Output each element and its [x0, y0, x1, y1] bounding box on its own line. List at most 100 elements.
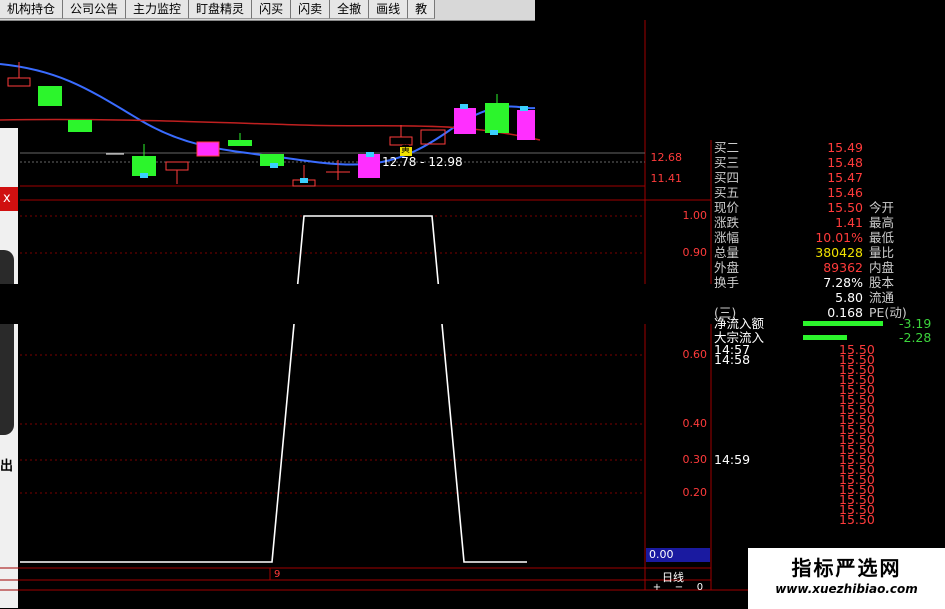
quote-label: 涨幅: [714, 230, 740, 245]
zoom-controls: + − 0: [646, 582, 710, 593]
tick-row: 15.50: [711, 383, 945, 396]
cursor-bar-label: 9: [274, 569, 281, 580]
quote-value: 7.28%: [823, 275, 863, 290]
quote-label-secondary: 股本: [869, 275, 895, 290]
tick-row: 15.50: [711, 373, 945, 386]
candle: [165, 161, 189, 171]
flow-label: 净流入额: [714, 316, 765, 331]
tick-row: 15.50: [711, 463, 945, 476]
indicator-line: [20, 215, 527, 563]
flow-row: 净流入额 -3.19: [711, 316, 945, 331]
candle: [228, 140, 252, 146]
quote-label: 涨跌: [714, 215, 740, 230]
flow-bar: [803, 321, 883, 326]
tick-row: 15.50: [711, 393, 945, 406]
candle: [389, 136, 413, 146]
quote-label-secondary: 最低: [869, 230, 895, 245]
zoom-out-button[interactable]: −: [675, 582, 683, 593]
quote-value: 89362: [823, 260, 863, 275]
signal-marker: [460, 104, 468, 109]
quote-row: 总量 380428 量比: [711, 245, 945, 260]
quote-value: 1.41: [835, 215, 863, 230]
indicator-axis-label: 1.00: [682, 209, 708, 222]
quote-label-secondary: 最高: [869, 215, 895, 230]
quote-label: 买二: [714, 140, 740, 155]
flow-bar: [803, 335, 847, 340]
indicator-axis-label: 0.60: [682, 348, 708, 361]
quote-value: 5.80: [835, 290, 863, 305]
candle: [454, 108, 476, 134]
tick-row: 15.50: [711, 512, 945, 527]
quote-label: 现价: [714, 200, 740, 215]
kline-axis-label: 12.68: [650, 151, 683, 164]
candle: [68, 120, 92, 132]
tick-row: 15.50: [711, 503, 945, 516]
watermark-url: www.xuezhibiao.com: [775, 582, 918, 596]
tick-time: 14:58: [714, 352, 751, 367]
quote-label: 总量: [714, 245, 740, 260]
signal-marker: [490, 130, 498, 135]
signal-marker: [520, 106, 528, 111]
zoom-in-button[interactable]: +: [653, 582, 661, 593]
indicator-current-value: 0.00: [649, 548, 674, 561]
candle: [358, 154, 380, 178]
indicator-axis-label: 0.30: [682, 453, 708, 466]
overlay-band: [0, 284, 760, 324]
tick-row: 14:59 15.50: [711, 452, 945, 467]
indicator-axis-label: 0.20: [682, 486, 708, 499]
quote-label: 买五: [714, 185, 740, 200]
quote-label-secondary: 今开: [869, 200, 895, 215]
quote-label: 买四: [714, 170, 740, 185]
quote-value: 15.46: [827, 185, 863, 200]
quote-label: 换手: [714, 275, 740, 290]
quote-value: 15.47: [827, 170, 863, 185]
tick-time: 14:59: [714, 452, 751, 467]
quote-row: 买二 15.49: [711, 140, 945, 155]
quote-label-secondary: 量比: [869, 245, 895, 260]
tick-row: 15.50: [711, 473, 945, 486]
quote-row: 涨跌 1.41 最高: [711, 215, 945, 230]
tick-row: 15.50: [711, 483, 945, 496]
candle: [485, 103, 509, 133]
signal-marker: [140, 173, 148, 178]
quote-row: 5.80 流通: [711, 290, 945, 305]
tick-row: 15.50: [711, 433, 945, 446]
quote-value: 380428: [815, 245, 863, 260]
quote-row: 涨幅 10.01% 最低: [711, 230, 945, 245]
quote-value: 10.01%: [815, 230, 863, 245]
signal-marker: [366, 152, 374, 157]
candle: [38, 86, 62, 106]
tick-price: 15.50: [839, 512, 875, 527]
kline-axis-label: 11.41: [650, 172, 683, 185]
signal-marker: [300, 178, 308, 183]
tick-row: 15.50: [711, 413, 945, 426]
price-range-label: 12.78 - 12.98: [382, 155, 463, 169]
tick-row: 15.50: [711, 403, 945, 416]
flow-value: -3.19: [899, 316, 932, 331]
quote-row: 买三 15.48: [711, 155, 945, 170]
quote-row: 现价 15.50 今开: [711, 200, 945, 215]
quote-label: 买三: [714, 155, 740, 170]
quote-row: 外盘 89362 内盘: [711, 260, 945, 275]
flow-value: -2.28: [899, 330, 932, 345]
tick-row: 15.50: [711, 363, 945, 376]
quote-label-secondary: 流通: [869, 290, 895, 305]
quote-value: 15.48: [827, 155, 863, 170]
indicator-axis-label: 0.40: [682, 417, 708, 430]
quote-row: 换手 7.28% 股本: [711, 275, 945, 290]
quote-value: 15.50: [827, 200, 863, 215]
zoom-reset-button[interactable]: 0: [697, 582, 703, 593]
quote-row: 买四 15.47: [711, 170, 945, 185]
tick-row: 15.50: [711, 423, 945, 436]
watermark-box: 指标严选网 www.xuezhibiao.com: [748, 548, 945, 609]
watermark-title: 指标严选网: [791, 556, 902, 580]
quote-row: 买五 15.46: [711, 185, 945, 200]
quote-label-secondary: 内盘: [869, 260, 895, 275]
tooltip-icon-label: 黄: [401, 145, 411, 155]
tick-row: 15.50: [711, 493, 945, 506]
candle: [7, 77, 31, 87]
quote-value: 15.49: [827, 140, 863, 155]
candle: [517, 110, 535, 140]
indicator-axis-label: 0.90: [682, 246, 708, 259]
signal-marker: [270, 163, 278, 168]
